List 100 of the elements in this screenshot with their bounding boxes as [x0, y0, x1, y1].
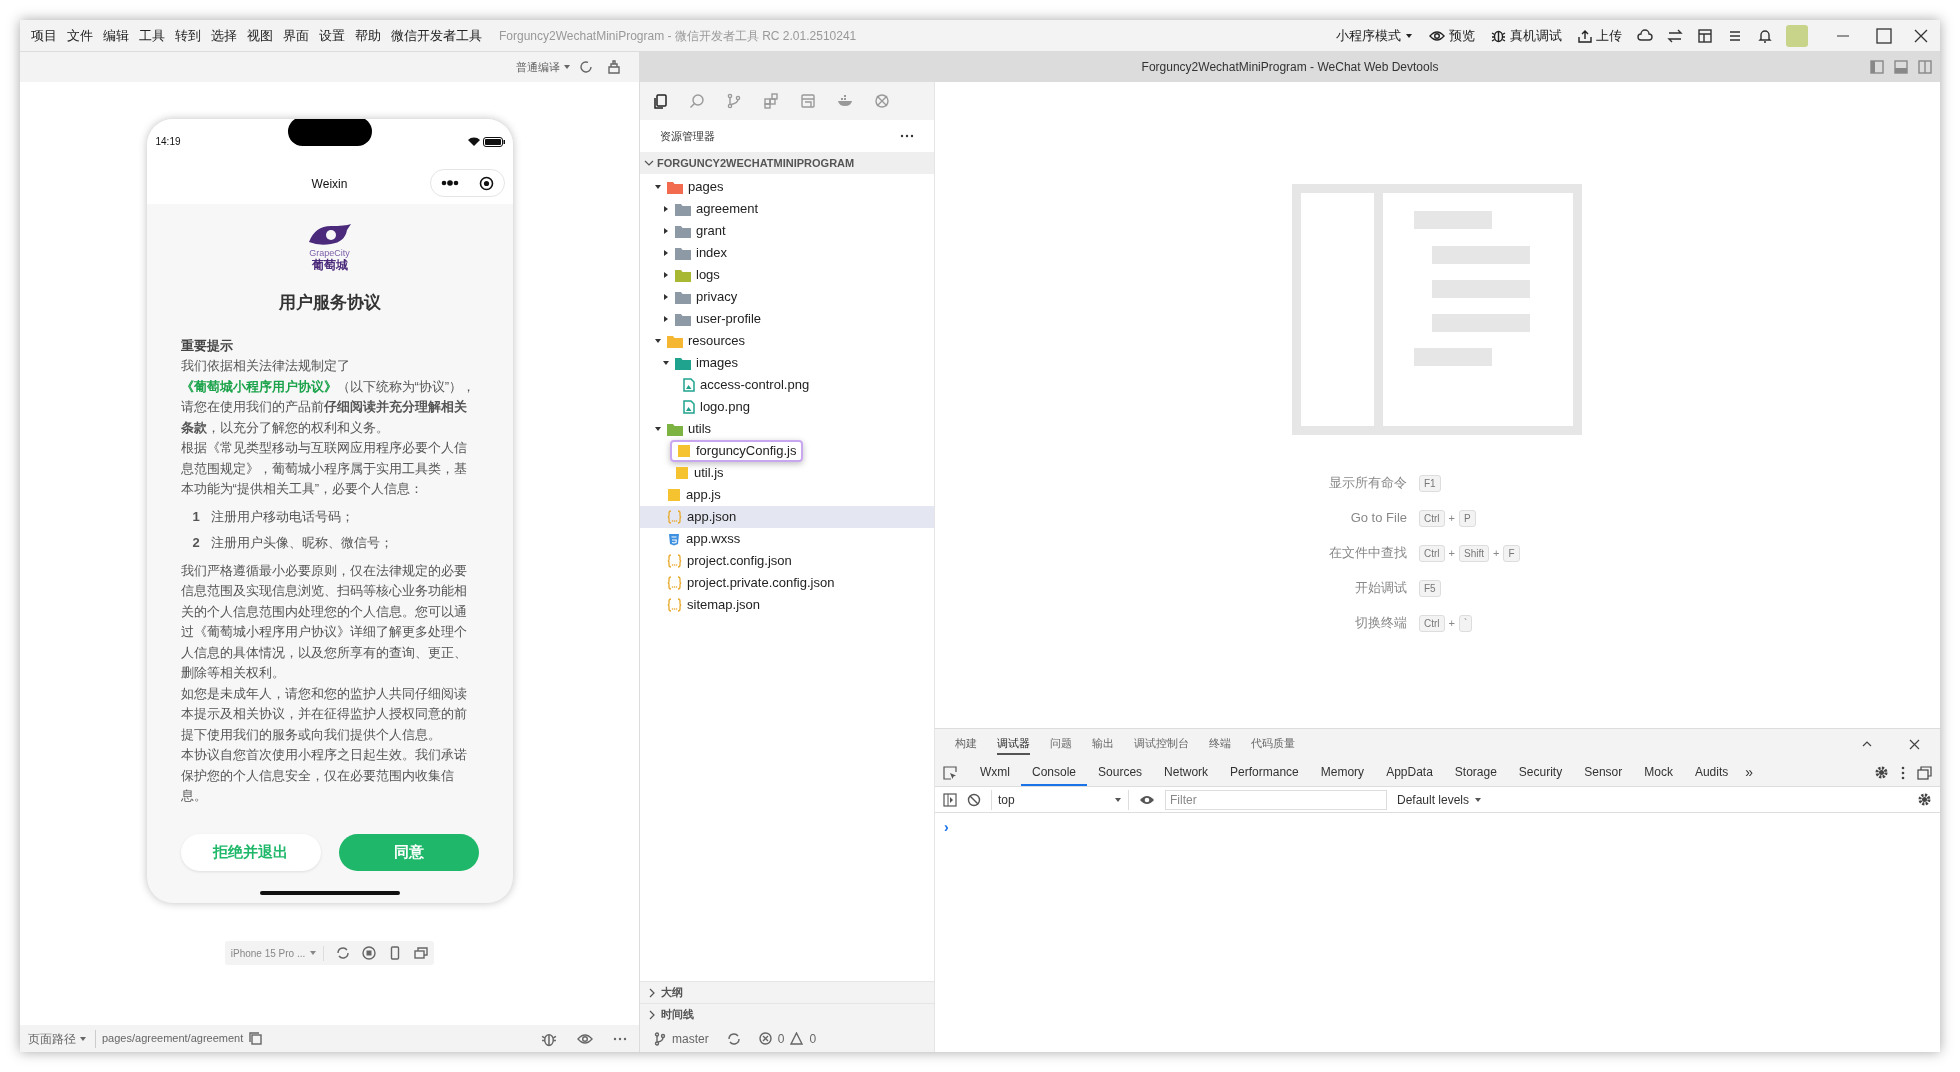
panel-tab[interactable]: 调试控制台	[1134, 733, 1189, 755]
tree-item[interactable]: app.json	[640, 506, 934, 528]
eye-icon[interactable]	[1139, 793, 1155, 806]
tree-item[interactable]: index	[640, 242, 934, 264]
sidebar-toggle-icon[interactable]	[943, 792, 957, 807]
windows-icon[interactable]	[414, 946, 429, 960]
maximize-icon[interactable]	[1876, 27, 1892, 44]
tree-item[interactable]: util.js	[640, 462, 934, 484]
tree-item[interactable]: access-control.png	[640, 374, 934, 396]
context-dropdown[interactable]: top	[991, 789, 1129, 810]
menu-item[interactable]: 工具	[134, 25, 170, 46]
devtools-tab[interactable]: Memory	[1309, 759, 1376, 786]
agreement-paragraph: 根据《常见类型移动与互联网应用程序必要个人信息范围规定》，葡萄城小程序属于实用工具类，基本功能为“提供相关工具”，必要个人信息：	[180, 439, 468, 498]
more-icon[interactable]	[900, 134, 914, 138]
devtools-tab[interactable]: AppData	[1375, 759, 1444, 786]
console-prompt[interactable]: ›	[944, 819, 949, 835]
toolbar-button[interactable]: 上传	[1570, 25, 1630, 46]
wifi-icon	[467, 137, 480, 146]
collapsed-section[interactable]: 大纲	[640, 981, 934, 1003]
devtools-tab[interactable]: Sensor	[1573, 759, 1634, 786]
bell-icon[interactable]	[1757, 27, 1773, 44]
dock-icon[interactable]	[1917, 765, 1932, 780]
tree-item[interactable]: logs	[640, 264, 934, 286]
tree-item[interactable]: images	[640, 352, 934, 374]
panel-tab[interactable]: 输出	[1092, 733, 1114, 755]
tree-item[interactable]: privacy	[640, 286, 934, 308]
page-path-dropdown[interactable]: 页面路径	[28, 1029, 96, 1048]
key-cap: P	[1459, 509, 1476, 527]
settings-icon[interactable]	[1874, 765, 1889, 780]
sidebar-icon[interactable]	[1870, 60, 1884, 74]
tree-item[interactable]: pages	[640, 176, 934, 198]
capsule-button[interactable]	[429, 169, 505, 197]
inspect-icon[interactable]	[943, 765, 957, 780]
devtools-tab[interactable]: Performance	[1219, 759, 1310, 786]
cloud-icon[interactable]	[1637, 27, 1653, 44]
tree-item[interactable]: forguncyConfig.js	[640, 440, 934, 462]
layout-icon[interactable]	[1697, 27, 1713, 44]
search-icon[interactable]	[689, 93, 705, 109]
menu-item[interactable]: 项目	[26, 25, 62, 46]
tree-item[interactable]: app.wxss	[640, 528, 934, 550]
tree-item[interactable]: app.js	[640, 484, 934, 506]
close-icon[interactable]	[1909, 738, 1920, 750]
menu-item[interactable]: 界面	[278, 25, 314, 46]
panel-icon[interactable]	[1894, 60, 1908, 74]
tree-item[interactable]: sitemap.json	[640, 594, 934, 616]
panel-tab[interactable]: 调试器	[997, 733, 1030, 755]
logo-text: GrapeCity	[309, 248, 350, 258]
filter-field[interactable]: Filter	[1165, 789, 1387, 810]
branch-icon[interactable]	[726, 93, 742, 109]
tree-item[interactable]: project.private.config.json	[640, 572, 934, 594]
panel-tab[interactable]: 问题	[1050, 733, 1072, 755]
toolbar-button[interactable]: 真机调试	[1483, 25, 1570, 46]
tree-item[interactable]: project.config.json	[640, 550, 934, 572]
panel-tab[interactable]: 终端	[1209, 733, 1231, 755]
menu-item[interactable]: 视图	[242, 25, 278, 46]
menu-item[interactable]: 微信开发者工具	[386, 25, 487, 46]
swap-icon[interactable]	[1667, 27, 1683, 44]
panel-tab[interactable]: 构建	[955, 733, 977, 755]
devtools-tab[interactable]: Mock	[1633, 759, 1684, 786]
devtools-tab[interactable]: Wxml	[969, 759, 1021, 786]
menu-item[interactable]: 帮助	[350, 25, 386, 46]
close-icon[interactable]	[1914, 28, 1928, 43]
devtools-tab[interactable]: Sources	[1087, 759, 1154, 786]
section-heading: 重要提示	[180, 336, 234, 355]
menu-item[interactable]: 编辑	[98, 25, 134, 46]
tree-item[interactable]: resources	[640, 330, 934, 352]
eye-icon[interactable]	[577, 1032, 593, 1045]
menu-item[interactable]: 选择	[206, 25, 242, 46]
tree-item[interactable]: logo.png	[640, 396, 934, 418]
tree-item[interactable]: utils	[640, 418, 934, 440]
rotate-icon[interactable]	[336, 946, 351, 960]
levels-dropdown[interactable]: Default levels	[1397, 790, 1483, 809]
clear-cache-icon[interactable]	[607, 60, 621, 74]
more-tabs-button[interactable]: »	[1739, 759, 1760, 786]
panel-tab[interactable]: 代码质量	[1251, 733, 1295, 755]
branch-name[interactable]: master	[672, 1029, 709, 1048]
devtools-tab[interactable]: Audits	[1683, 759, 1740, 786]
devtools-tab[interactable]: Security	[1507, 759, 1574, 786]
tree-item[interactable]: agreement	[640, 198, 934, 220]
toolbar-button[interactable]: 预览	[1421, 25, 1483, 46]
copy-icon[interactable]	[249, 1032, 263, 1045]
refresh-icon[interactable]	[579, 60, 593, 74]
clear-console-icon[interactable]	[967, 792, 981, 807]
devtools-tab[interactable]: Storage	[1443, 759, 1508, 786]
files-icon[interactable]	[652, 93, 668, 109]
menu-item[interactable]: 转到	[170, 25, 206, 46]
record-icon[interactable]	[362, 946, 377, 960]
project-root[interactable]: FORGUNCY2WECHATMINIPROGRAM	[640, 152, 934, 174]
menu-item[interactable]: 设置	[314, 25, 350, 46]
sync-icon[interactable]	[726, 1031, 741, 1046]
settings-icon[interactable]	[1917, 792, 1932, 807]
collapsed-section[interactable]: 时间线	[640, 1003, 934, 1025]
menu-item[interactable]: 文件	[62, 25, 98, 46]
toolbar-button[interactable]: 小程序模式	[1328, 25, 1421, 46]
kebab-icon[interactable]	[1901, 765, 1905, 780]
compile-mode-dropdown[interactable]: 普通编译	[516, 58, 571, 76]
tree-item[interactable]: grant	[640, 220, 934, 242]
target-icon	[478, 175, 494, 191]
devtools-tab[interactable]: Network	[1153, 759, 1220, 786]
tree-item[interactable]: user-profile	[640, 308, 934, 330]
